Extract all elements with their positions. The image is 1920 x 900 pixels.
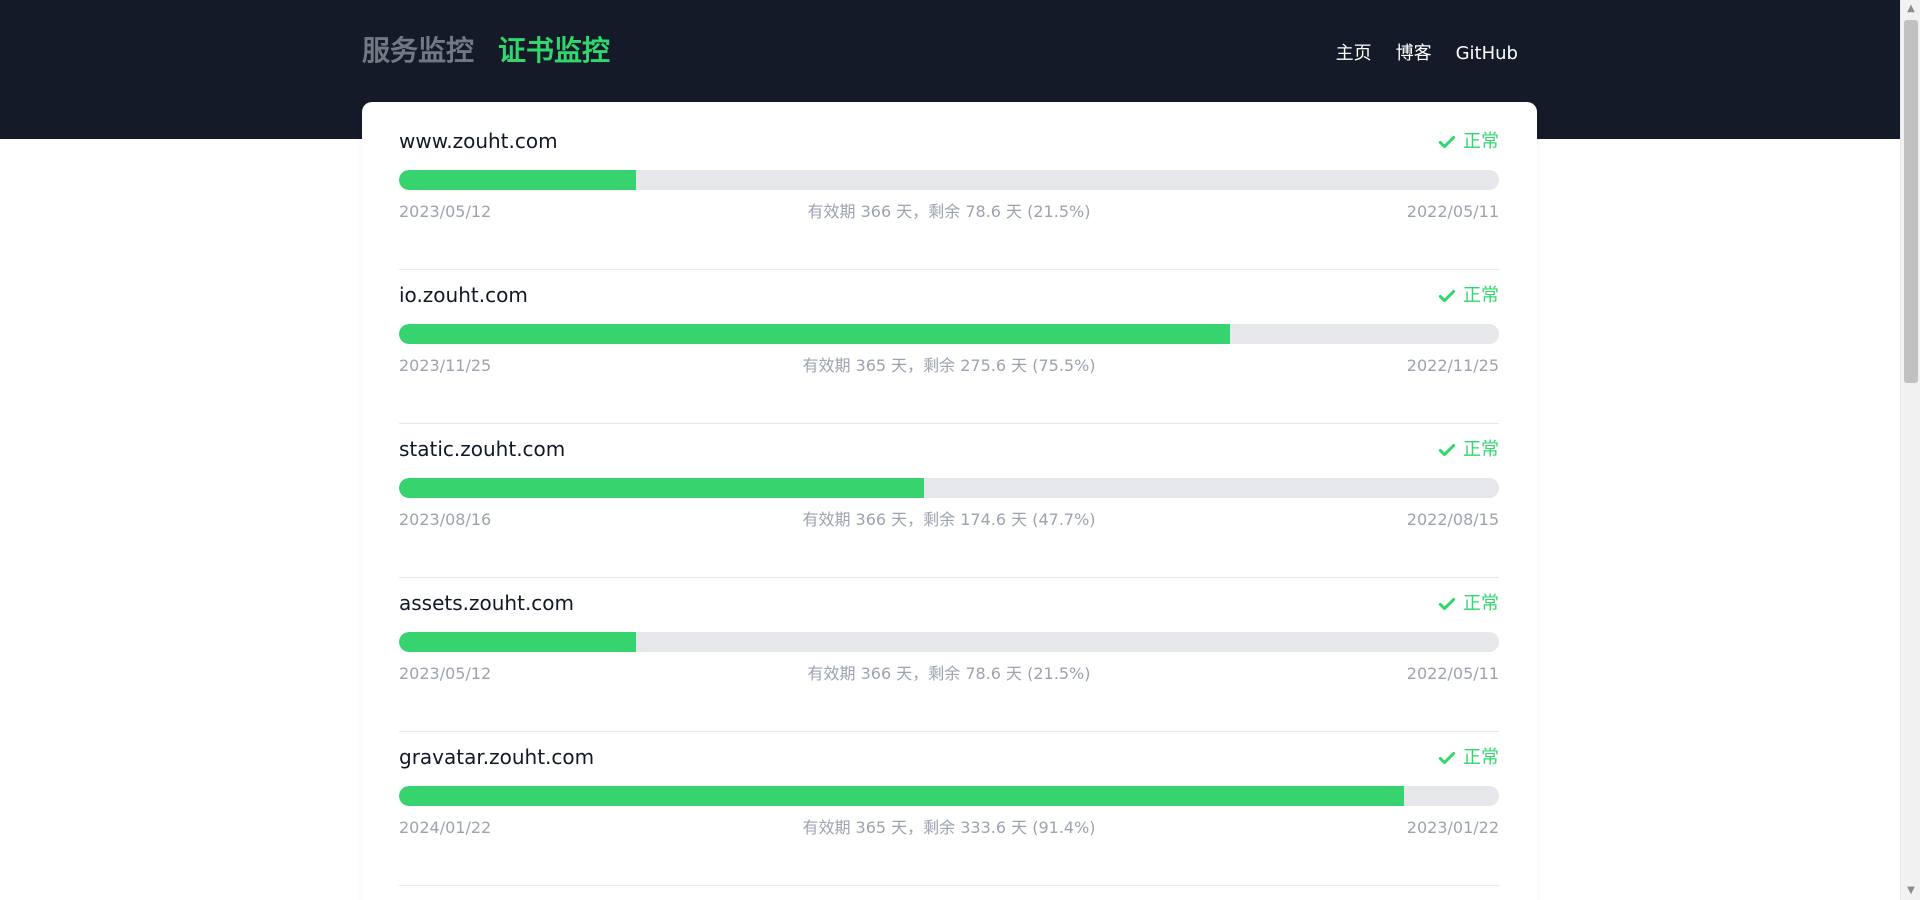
external-nav: 主页 博客 GitHub xyxy=(1336,40,1518,68)
certificate-meta: 2023/11/25 有效期 365 天，剩余 275.6 天 (75.5%) … xyxy=(399,354,1499,378)
status-label: 正常 xyxy=(1463,747,1499,768)
validity-progress-track xyxy=(399,478,1499,498)
check-icon xyxy=(1438,751,1456,765)
end-date: 2022/08/15 xyxy=(1406,510,1499,529)
validity-summary: 有效期 366 天，剩余 174.6 天 (47.7%) xyxy=(802,510,1096,529)
home-link[interactable]: 主页 xyxy=(1336,40,1372,68)
certificate-domain: static.zouht.com xyxy=(399,437,566,461)
end-date: 2022/11/25 xyxy=(1406,356,1499,375)
vertical-scrollbar[interactable]: ▲ ▼ xyxy=(1900,0,1920,900)
start-date: 2023/05/12 xyxy=(399,202,492,221)
certificate-item: io.zouht.com 正常 2023/11/25 有效期 365 天，剩余 … xyxy=(399,270,1499,424)
start-date: 2023/05/12 xyxy=(399,664,492,683)
validity-progress-fill xyxy=(399,478,924,498)
arrow-up-icon[interactable]: ▲ xyxy=(1901,0,1920,18)
blog-link[interactable]: 博客 xyxy=(1396,40,1432,68)
validity-progress-fill xyxy=(399,324,1230,344)
certificate-item: assets.zouht.com 正常 2023/05/12 有效期 366 天… xyxy=(399,578,1499,732)
certificate-status: 正常 xyxy=(1437,128,1499,156)
validity-summary: 有效期 366 天，剩余 78.6 天 (21.5%) xyxy=(807,664,1091,683)
certificate-item: gravatar.zouht.com 正常 2024/01/22 有效期 365… xyxy=(399,732,1499,886)
validity-summary: 有效期 365 天，剩余 275.6 天 (75.5%) xyxy=(802,356,1096,375)
certificate-monitor-page: 服务监控 证书监控 主页 博客 GitHub www.zouht.com 正常 xyxy=(0,0,1920,900)
validity-progress-fill xyxy=(399,632,636,652)
certificate-meta: 2023/08/16 有效期 366 天，剩余 174.6 天 (47.7%) … xyxy=(399,508,1499,532)
status-label: 正常 xyxy=(1463,439,1499,460)
certificate-status: 正常 xyxy=(1437,436,1499,464)
certificate-meta: 2024/01/22 有效期 365 天，剩余 333.6 天 (91.4%) … xyxy=(399,816,1499,840)
status-label: 正常 xyxy=(1463,285,1499,306)
validity-progress-track xyxy=(399,786,1499,806)
end-date: 2022/05/11 xyxy=(1406,664,1499,683)
certificate-item: static.zouht.com 正常 2023/08/16 有效期 366 天… xyxy=(399,424,1499,578)
end-date: 2022/05/11 xyxy=(1406,202,1499,221)
validity-summary: 有效期 366 天，剩余 78.6 天 (21.5%) xyxy=(807,202,1091,221)
validity-progress-track xyxy=(399,324,1499,344)
validity-progress-fill xyxy=(399,170,636,190)
validity-progress-fill xyxy=(399,786,1405,806)
certificate-list: www.zouht.com 正常 2023/05/12 有效期 366 天，剩余… xyxy=(362,116,1537,886)
arrow-down-icon[interactable]: ▼ xyxy=(1901,882,1920,900)
certificate-status: 正常 xyxy=(1437,744,1499,772)
start-date: 2023/11/25 xyxy=(399,356,492,375)
certificate-meta: 2023/05/12 有效期 366 天，剩余 78.6 天 (21.5%) 2… xyxy=(399,662,1499,686)
github-link[interactable]: GitHub xyxy=(1456,40,1518,68)
certificate-status: 正常 xyxy=(1437,590,1499,618)
certificate-item: www.zouht.com 正常 2023/05/12 有效期 366 天，剩余… xyxy=(399,116,1499,270)
validity-progress-track xyxy=(399,632,1499,652)
scrollbar-thumb[interactable] xyxy=(1904,20,1918,383)
certificate-domain: io.zouht.com xyxy=(399,283,528,307)
certificate-status: 正常 xyxy=(1437,282,1499,310)
certificate-list-card: www.zouht.com 正常 2023/05/12 有效期 366 天，剩余… xyxy=(362,102,1537,900)
check-icon xyxy=(1438,289,1456,303)
monitor-type-nav: 服务监控 证书监控 xyxy=(362,31,610,71)
status-label: 正常 xyxy=(1463,593,1499,614)
validity-summary: 有效期 365 天，剩余 333.6 天 (91.4%) xyxy=(802,818,1096,837)
certificate-domain: www.zouht.com xyxy=(399,129,558,153)
check-icon xyxy=(1438,443,1456,457)
certificate-domain: gravatar.zouht.com xyxy=(399,745,595,769)
check-icon xyxy=(1438,597,1456,611)
status-label: 正常 xyxy=(1463,131,1499,152)
service-monitor-link[interactable]: 服务监控 xyxy=(362,31,474,71)
start-date: 2024/01/22 xyxy=(399,818,492,837)
check-icon xyxy=(1438,135,1456,149)
certificate-meta: 2023/05/12 有效期 366 天，剩余 78.6 天 (21.5%) 2… xyxy=(399,200,1499,224)
end-date: 2023/01/22 xyxy=(1406,818,1499,837)
start-date: 2023/08/16 xyxy=(399,510,492,529)
validity-progress-track xyxy=(399,170,1499,190)
certificate-domain: assets.zouht.com xyxy=(399,591,575,615)
certificate-monitor-link[interactable]: 证书监控 xyxy=(498,31,610,71)
